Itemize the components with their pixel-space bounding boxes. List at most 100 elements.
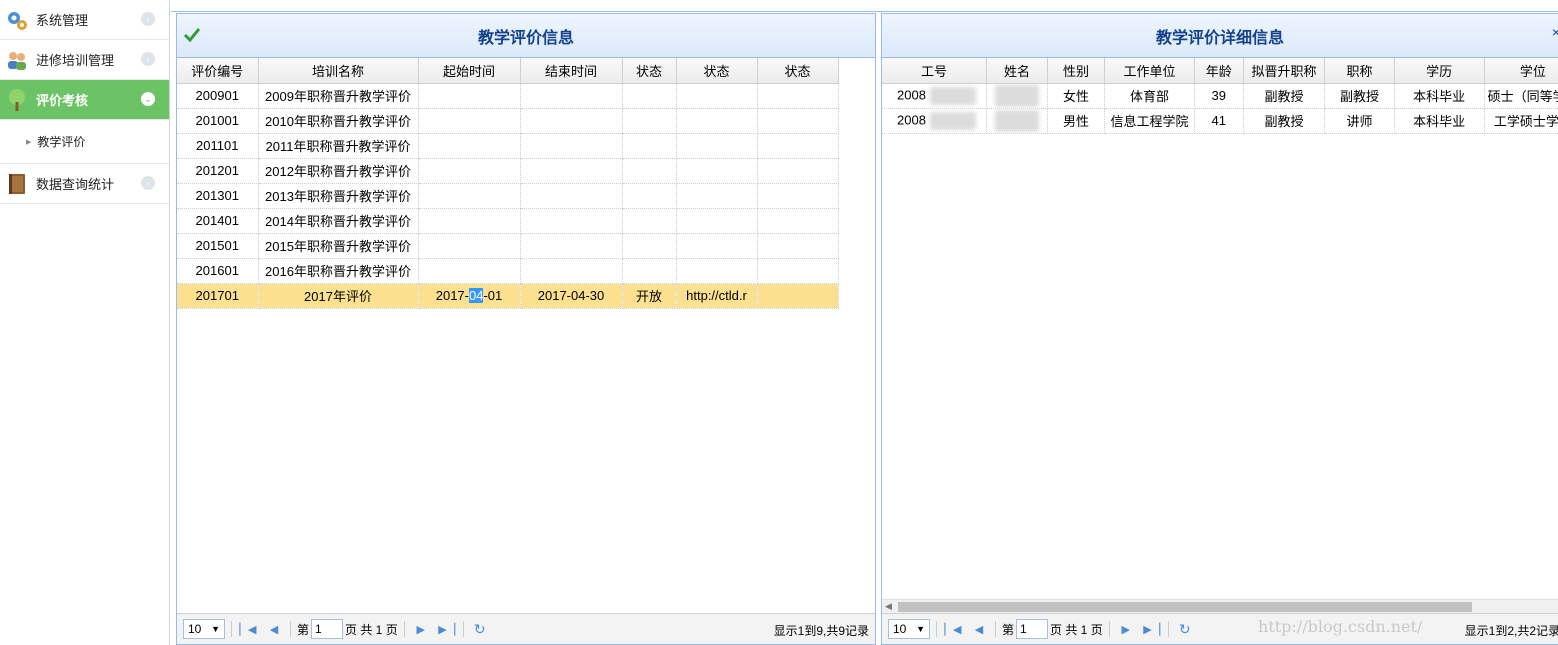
cell: 2010年职称晋升教学评价 (258, 108, 419, 134)
menu-item-evaluation[interactable]: 评价考核 ⌄ (0, 80, 169, 120)
cell (676, 158, 758, 184)
evaluation-table: 评价编号 培训名称 起始时间 结束时间 状态 状态 状态 200901 2009年… (177, 58, 839, 309)
first-page-icon[interactable]: ▏◀ (238, 619, 258, 639)
separator (936, 621, 937, 637)
close-icon[interactable]: × (1552, 24, 1558, 40)
start-time-editor[interactable]: 2017-04-01 (418, 283, 521, 309)
cell (622, 183, 677, 209)
table-row[interactable]: 201001 2010年职称晋升教学评价 (177, 108, 839, 134)
cell: 男性 (1047, 108, 1105, 134)
cell: 体育部 (1104, 83, 1195, 109)
cell: 201401 (177, 208, 259, 234)
cell: 39 (1194, 83, 1244, 109)
page-size-select[interactable]: 10 ▼ (183, 619, 225, 639)
cell (418, 233, 521, 259)
separator (290, 621, 291, 637)
last-page-icon[interactable]: ▶▕ (437, 619, 457, 639)
id-text: 2008 (897, 111, 926, 127)
cell (520, 83, 623, 109)
cell (676, 208, 758, 234)
table-row[interactable]: 201501 2015年职称晋升教学评价 (177, 233, 839, 259)
table-row[interactable]: 201101 2011年职称晋升教学评价 (177, 133, 839, 159)
table-row[interactable]: 201601 2016年职称晋升教学评价 (177, 258, 839, 284)
cell (676, 108, 758, 134)
column-header[interactable]: 姓名 (986, 58, 1049, 84)
chevron-right-icon: › (141, 12, 155, 26)
detail-table: 工号 姓名 性别 工作单位 年龄 拟晋升职称 职称 学历 学位 2008 女性 … (882, 58, 1558, 134)
cell: 201101 (177, 133, 259, 159)
next-page-icon[interactable]: ▶ (1116, 619, 1136, 639)
book-icon (4, 171, 30, 197)
check-icon[interactable] (183, 26, 201, 47)
cell (418, 83, 521, 109)
table-row[interactable]: 2008 女性 体育部 39 副教授 副教授 本科毕业 硕士（同等学力 (882, 83, 1558, 109)
page-prefix: 第 (1002, 622, 1015, 637)
column-header[interactable]: 状态 (622, 58, 677, 84)
scroll-left-icon[interactable]: ◀ (885, 601, 892, 612)
column-header[interactable]: 状态 (757, 58, 839, 84)
refresh-icon[interactable]: ↻ (1175, 619, 1195, 639)
cell (622, 233, 677, 259)
pager: 10 ▼ ▏◀ ◀ 第 1 页 共 1 页 ▶ ▶▕ ↻ 显示1到9,共9记录 (177, 613, 875, 644)
id-text: 2008 (897, 86, 926, 102)
cell (418, 158, 521, 184)
column-header[interactable]: 结束时间 (520, 58, 623, 84)
column-header[interactable]: 状态 (676, 58, 758, 84)
panel-header: 教学评价详细信息 × (882, 14, 1558, 58)
column-header[interactable]: 拟晋升职称 (1243, 58, 1326, 84)
cell (676, 83, 758, 109)
cell: 硕士（同等学力 (1484, 83, 1558, 109)
column-header[interactable]: 起始时间 (418, 58, 521, 84)
table-row[interactable]: 200901 2009年职称晋升教学评价 (177, 83, 839, 109)
column-header[interactable]: 培训名称 (258, 58, 419, 84)
redacted-block (995, 84, 1040, 107)
table-row[interactable]: 201301 2013年职称晋升教学评价 (177, 183, 839, 209)
table-row[interactable]: 201401 2014年职称晋升教学评价 (177, 208, 839, 234)
cell-id: 2008 (882, 108, 987, 134)
prev-page-icon[interactable]: ◀ (264, 619, 284, 639)
table-row[interactable]: 2008 男性 信息工程学院 41 副教授 讲师 本科毕业 工学硕士学位 (882, 108, 1558, 134)
column-header[interactable]: 学位 (1484, 58, 1558, 84)
cell (757, 183, 839, 209)
next-page-icon[interactable]: ▶ (411, 619, 431, 639)
page-input[interactable]: 1 (311, 619, 344, 639)
refresh-icon[interactable]: ↻ (470, 619, 490, 639)
first-page-icon[interactable]: ▏◀ (943, 619, 963, 639)
cell (622, 108, 677, 134)
column-header[interactable]: 学历 (1394, 58, 1485, 84)
column-header[interactable]: 职称 (1324, 58, 1395, 84)
last-page-icon[interactable]: ▶▕ (1142, 619, 1162, 639)
column-header[interactable]: 评价编号 (177, 58, 259, 84)
column-header[interactable]: 工作单位 (1104, 58, 1195, 84)
prev-page-icon[interactable]: ◀ (969, 619, 989, 639)
scrollbar-thumb[interactable] (898, 602, 1472, 612)
column-header[interactable]: 性别 (1047, 58, 1105, 84)
menu-item-system[interactable]: 系统管理 › (0, 0, 169, 40)
cell: 2017-04-30 (520, 283, 623, 309)
cell: 2014年职称晋升教学评价 (258, 208, 419, 234)
column-header[interactable]: 年龄 (1194, 58, 1244, 84)
horizontal-scrollbar[interactable]: ◀ (882, 599, 1558, 613)
submenu-teaching-evaluation[interactable]: ▶ 教学评价 (0, 120, 169, 164)
menu-item-statistics[interactable]: 数据查询统计 › (0, 164, 169, 204)
link-cell[interactable]: http://ctld.r (676, 283, 758, 309)
cell (622, 208, 677, 234)
page-input[interactable]: 1 (1016, 619, 1049, 639)
text-part: -01 (483, 288, 503, 303)
column-header[interactable]: 工号 (882, 58, 987, 84)
page-size-select[interactable]: 10 ▼ (888, 619, 930, 639)
cell: 201001 (177, 108, 259, 134)
watermark: http://blog.csdn.net/ (1258, 617, 1423, 636)
cell: 201501 (177, 233, 259, 259)
cell (622, 158, 677, 184)
menu-item-training[interactable]: 进修培训管理 › (0, 40, 169, 80)
table-row-selected[interactable]: 201701 2017年评价 2017-04-01 2017-04-30 开放 … (177, 283, 839, 309)
separator (995, 621, 996, 637)
chevron-right-icon: › (141, 176, 155, 190)
table-row[interactable]: 201201 2012年职称晋升教学评价 (177, 158, 839, 184)
cell: 201201 (177, 158, 259, 184)
page-size-value: 10 (188, 622, 202, 636)
pager-info: 显示1到9,共9记录 (773, 624, 869, 638)
triangle-right-icon: ▶ (26, 138, 32, 146)
chevron-down-icon: ⌄ (141, 92, 155, 106)
